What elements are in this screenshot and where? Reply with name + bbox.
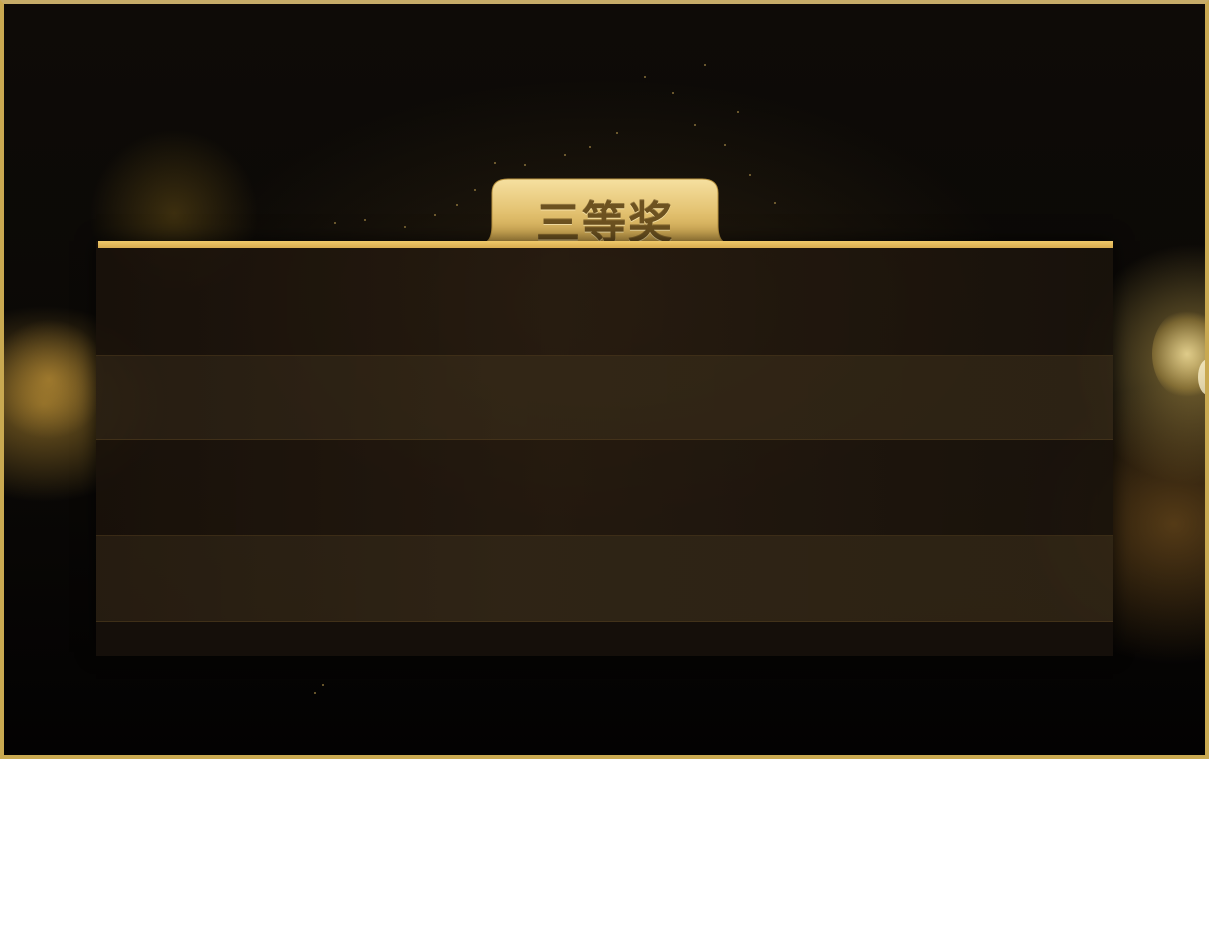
winner-row [96, 622, 1113, 656]
bokeh-light [1198, 359, 1205, 395]
bokeh-light [4, 314, 104, 444]
lottery-page: 三等奖 由新华三集团和英特尔®共同呈现 [0, 0, 1209, 934]
sponsor-text-end: 共同呈现 [654, 805, 715, 823]
registered-mark: ® [644, 806, 655, 817]
sponsor-footer: 由新华三集团和英特尔®共同呈现 [0, 803, 1209, 824]
winners-board [96, 241, 1113, 656]
bokeh-light [1152, 309, 1205, 399]
prize-tier-tab: 三等奖 [474, 177, 736, 249]
sponsor-text: 由新华三集团和英特尔 [494, 805, 645, 823]
winner-row [96, 241, 1113, 356]
winner-row [96, 440, 1113, 536]
prize-display-frame: 三等奖 [0, 0, 1209, 759]
board-top-rule [98, 241, 1113, 248]
winner-row [96, 356, 1113, 440]
winner-row [96, 536, 1113, 622]
